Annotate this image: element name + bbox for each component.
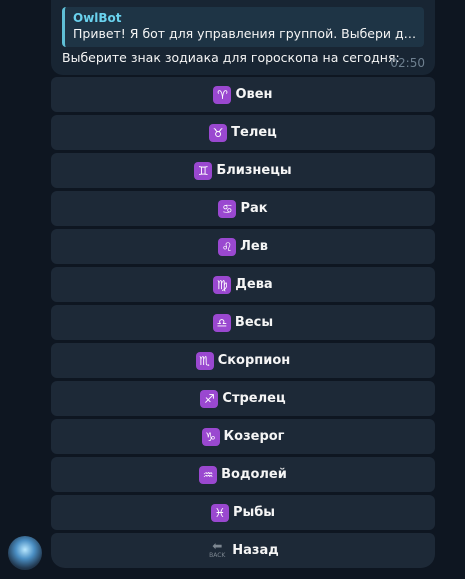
zodiac-button-label: Близнецы [216,163,292,178]
reply-preview-text: Привет! Я бот для управления группой. Вы… [73,26,417,41]
pisces-icon: ♓ [210,503,229,522]
zodiac-button-label: Стрелец [222,391,286,406]
message-bubble[interactable]: OwlBot Привет! Я бот для управления груп… [51,0,435,75]
back-button[interactable]: ⬅ BACK Назад [51,533,435,568]
back-button-label: Назад [232,543,279,558]
aries-icon: ♈ [213,85,232,104]
cancer-icon: ♋ [218,199,237,218]
zodiac-button-label: Овен [235,87,273,102]
zodiac-button-label: Рак [240,201,268,216]
reply-quote[interactable]: OwlBot Привет! Я бот для управления груп… [62,7,424,47]
leo-icon: ♌ [218,237,237,256]
gemini-icon: ♊ [194,161,213,180]
taurus-icon: ♉ [209,123,228,142]
zodiac-button-taurus[interactable]: ♉ Телец [51,115,435,150]
zodiac-button-label: Рыбы [232,505,276,520]
reply-sender-name: OwlBot [73,11,122,25]
zodiac-button-cancer[interactable]: ♋ Рак [51,191,435,226]
zodiac-button-label: Телец [231,125,277,140]
virgo-icon: ♍ [213,275,232,294]
zodiac-button-label: Лев [240,239,268,254]
zodiac-button-capricorn[interactable]: ♑ Козерог [51,419,435,454]
capricorn-icon: ♑ [201,427,220,446]
message-text: Выберите знак зодиака для гороскопа на с… [62,50,400,65]
zodiac-button-libra[interactable]: ♎ Весы [51,305,435,340]
libra-icon: ♎ [212,313,231,332]
zodiac-button-label: Скорпион [217,353,291,368]
inline-keyboard: ♈ Овен ♉ Телец ♊ Близнецы ♋ Рак ♌ Лев ♍ Дева ♎ Весы ♏ С… [51,77,435,571]
zodiac-button-label: Дева [235,277,273,292]
aquarius-icon: ♒ [199,465,218,484]
zodiac-button-label: Козерог [223,429,285,444]
zodiac-button-sagittarius[interactable]: ♐ Стрелец [51,381,435,416]
scorpio-icon: ♏ [195,351,214,370]
chat-view: OwlBot Привет! Я бот для управления груп… [0,0,465,579]
zodiac-button-scorpio[interactable]: ♏ Скорпион [51,343,435,378]
zodiac-button-pisces[interactable]: ♓ Рыбы [51,495,435,530]
zodiac-button-virgo[interactable]: ♍ Дева [51,267,435,302]
bot-avatar[interactable] [8,536,42,570]
sagittarius-icon: ♐ [200,389,219,408]
zodiac-button-label: Весы [234,315,274,330]
message-time: 02:50 [390,56,425,70]
zodiac-button-aries[interactable]: ♈ Овен [51,77,435,112]
back-arrow-icon: ⬅ BACK [209,538,226,559]
zodiac-button-aquarius[interactable]: ♒ Водолей [51,457,435,492]
zodiac-button-label: Водолей [221,467,287,482]
zodiac-button-leo[interactable]: ♌ Лев [51,229,435,264]
zodiac-button-gemini[interactable]: ♊ Близнецы [51,153,435,188]
